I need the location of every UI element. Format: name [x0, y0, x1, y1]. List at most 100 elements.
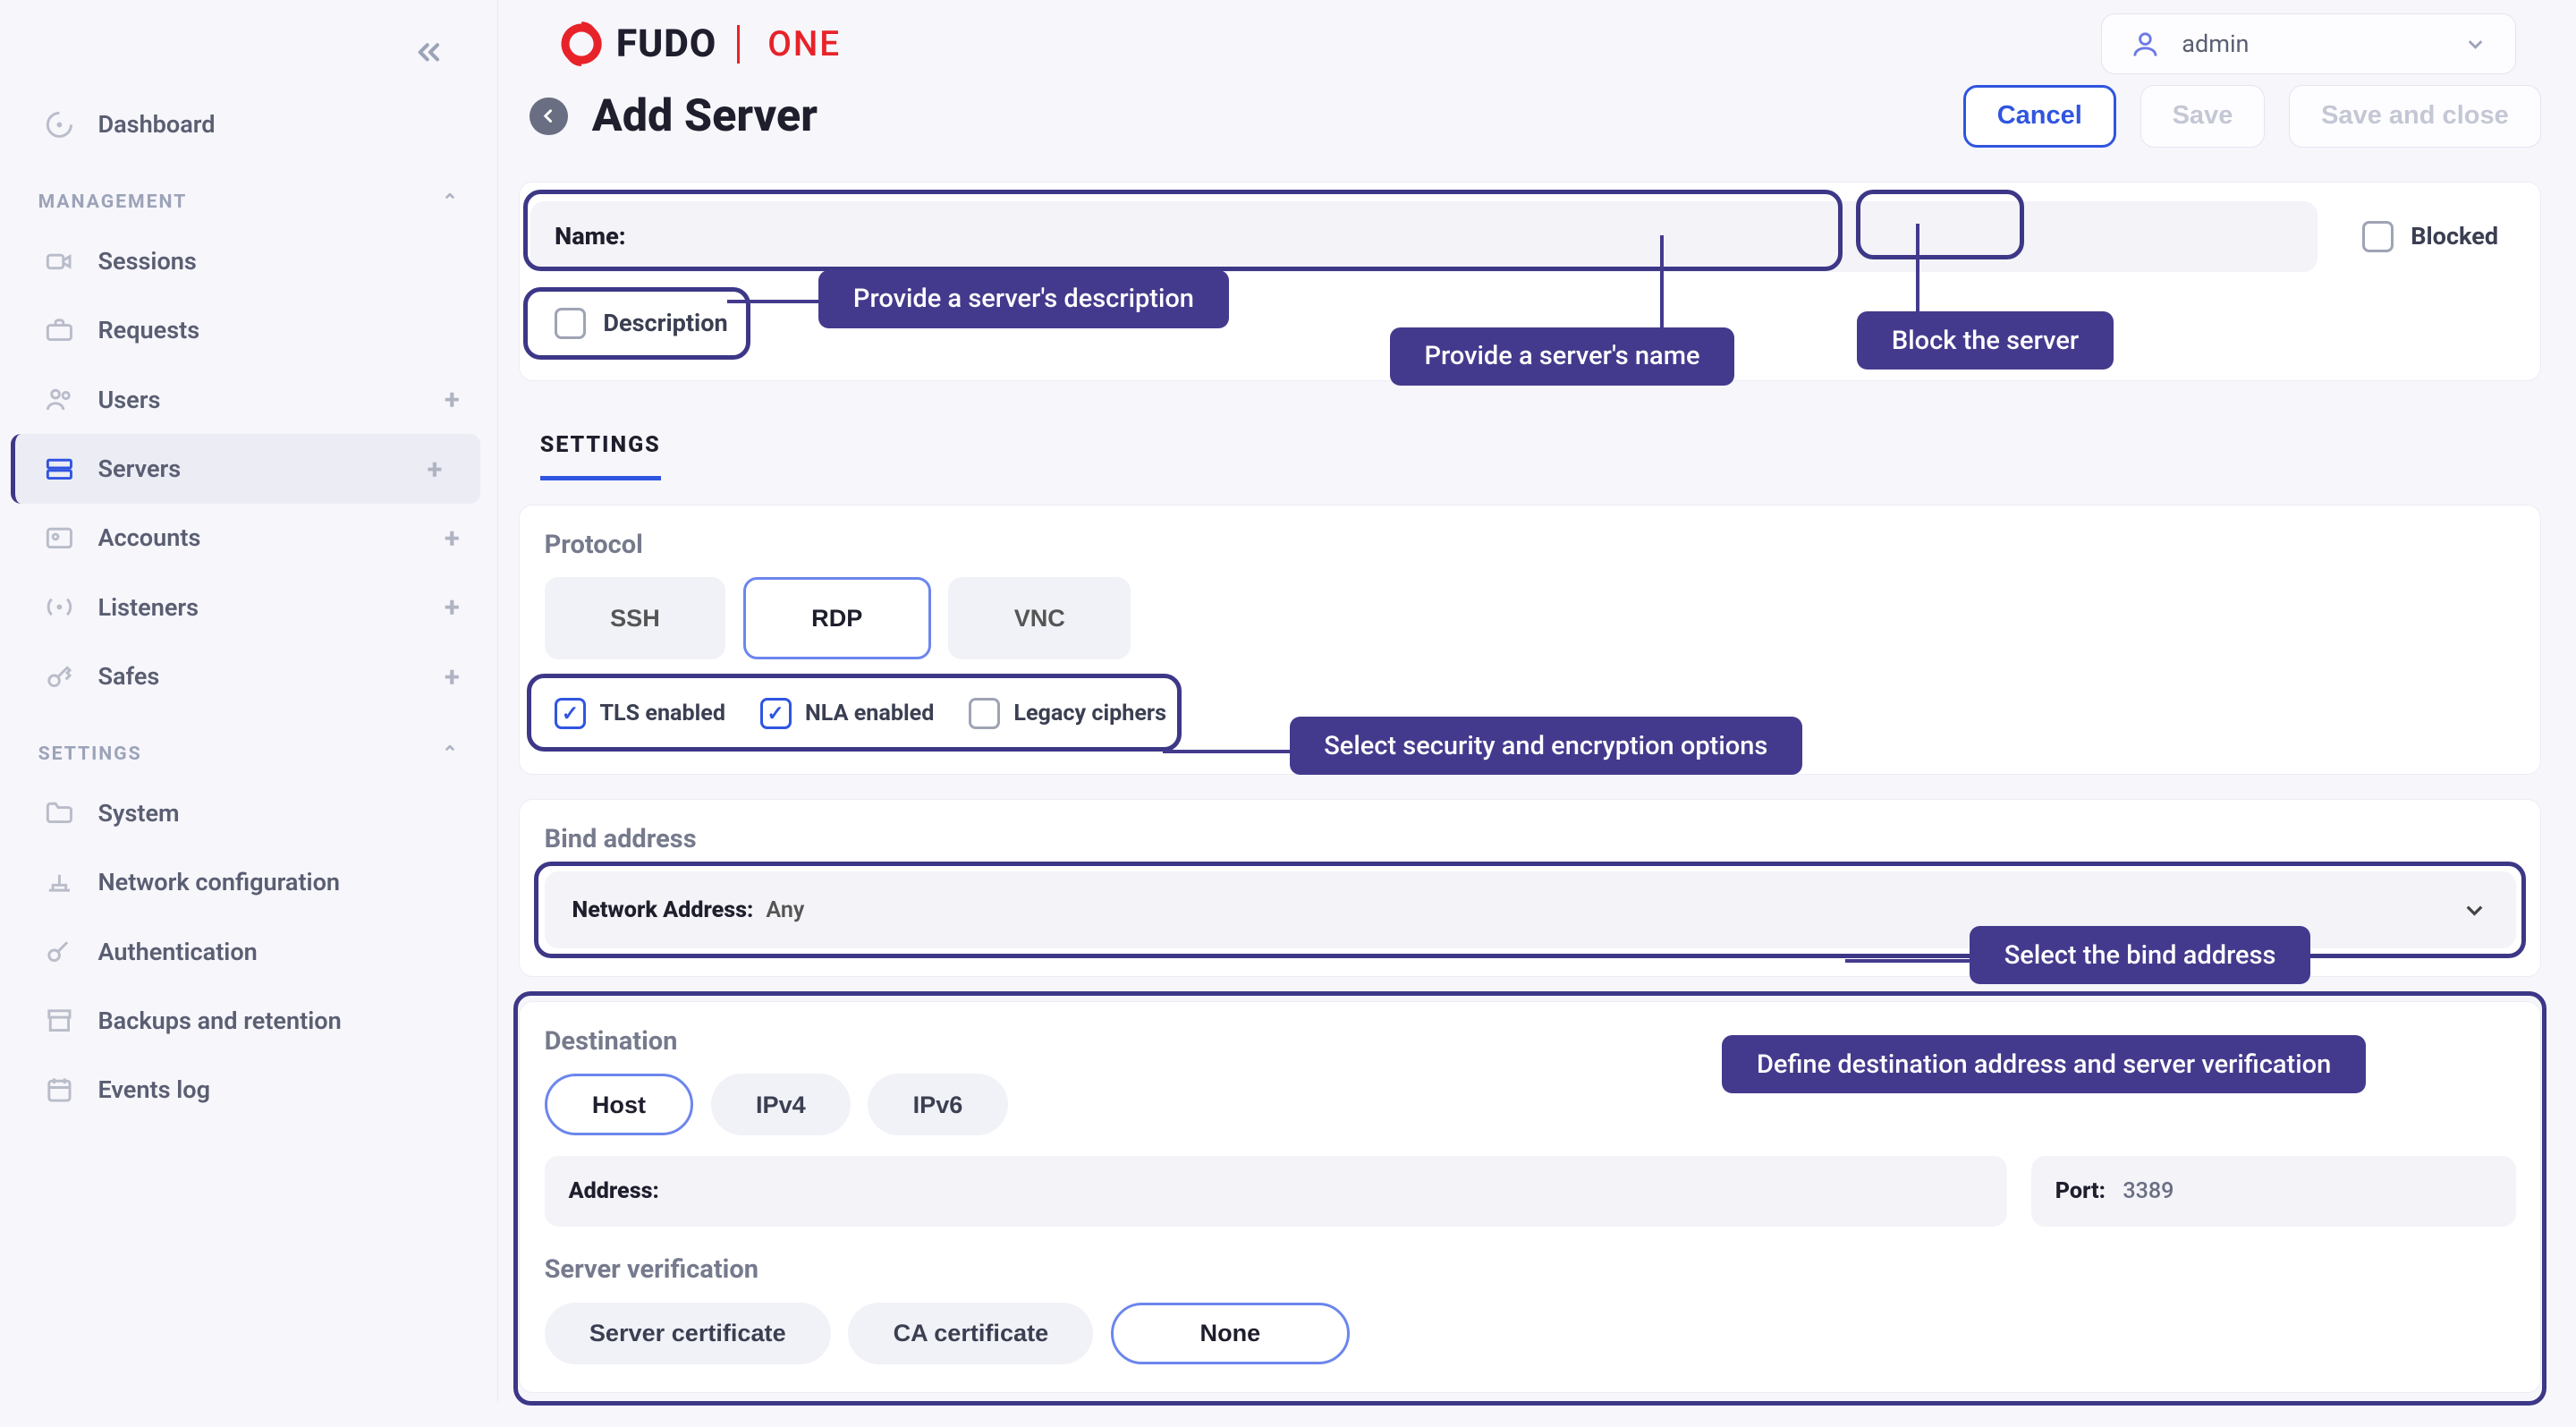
- chevron-down-icon: [2463, 32, 2487, 56]
- broadcast-icon: [43, 590, 78, 624]
- protocol-rdp[interactable]: RDP: [743, 577, 931, 659]
- checkbox-icon: [969, 698, 1000, 729]
- key-icon: [43, 659, 78, 694]
- blocked-checkbox[interactable]: Blocked: [2338, 200, 2529, 273]
- name-input[interactable]: Name:: [530, 201, 2318, 271]
- sidebar-item-label: Requests: [97, 316, 199, 344]
- verif-ca-cert[interactable]: CA certificate: [848, 1303, 1093, 1364]
- save-button[interactable]: Save: [2140, 85, 2265, 148]
- sidebar-item-accounts[interactable]: Accounts +: [0, 504, 497, 573]
- legacy-checkbox[interactable]: Legacy ciphers: [969, 698, 1166, 729]
- sidebar-item-label: Network configuration: [97, 868, 340, 896]
- sidebar-item-label: Dashboard: [97, 110, 215, 139]
- briefcase-icon: [43, 313, 78, 348]
- sidebar-item-label: Servers: [97, 454, 181, 483]
- section-label: Protocol: [530, 530, 2529, 577]
- folder-icon: [43, 796, 78, 831]
- description-toggle[interactable]: Description: [530, 290, 752, 356]
- sidebar-item-users[interactable]: Users +: [0, 365, 497, 434]
- archive-icon: [43, 1004, 78, 1039]
- sidebar-item-authentication[interactable]: Authentication: [0, 917, 497, 986]
- callout-bind: Select the bind address: [1970, 926, 2310, 984]
- calendar-icon: [43, 1073, 78, 1108]
- page-title: Add Server: [592, 89, 818, 142]
- brand-logo: FUDO ONE: [557, 20, 841, 68]
- user-icon: [2130, 29, 2161, 60]
- protocol-ssh[interactable]: SSH: [545, 577, 726, 659]
- sidebar-item-backups[interactable]: Backups and retention: [0, 986, 497, 1055]
- sidebar-item-label: Backups and retention: [97, 1007, 341, 1035]
- dest-ipv4[interactable]: IPv4: [711, 1074, 851, 1135]
- sidebar-item-label: Accounts: [97, 523, 200, 552]
- arrow-left-icon: [538, 106, 559, 126]
- checkbox-icon: [555, 698, 586, 729]
- chevron-up-icon: ⌃: [442, 743, 460, 765]
- header-actions: Cancel Save Save and close: [1963, 85, 2541, 148]
- sidebar-collapse-button[interactable]: [0, 17, 497, 89]
- plus-icon[interactable]: +: [445, 590, 460, 624]
- sidebar-item-system[interactable]: System: [0, 778, 497, 847]
- sidebar-item-label: Listeners: [97, 593, 199, 622]
- section-label: Bind address: [530, 824, 2529, 871]
- verif-none[interactable]: None: [1111, 1303, 1350, 1364]
- main: FUDO ONE admin Add Server Cancel Save: [498, 0, 2575, 1402]
- sidebar-item-safes[interactable]: Safes +: [0, 642, 497, 711]
- sidebar-item-listeners[interactable]: Listeners +: [0, 573, 497, 641]
- sidebar-item-events[interactable]: Events log: [0, 1056, 497, 1125]
- sidebar-item-requests[interactable]: Requests: [0, 296, 497, 365]
- camera-icon: [43, 244, 78, 279]
- user-name: admin: [2182, 30, 2249, 58]
- cancel-button[interactable]: Cancel: [1963, 85, 2116, 148]
- sidebar-item-label: Authentication: [97, 938, 257, 966]
- tab-settings[interactable]: SETTINGS: [540, 432, 661, 480]
- checkbox-icon: [2362, 221, 2394, 252]
- dest-host[interactable]: Host: [545, 1074, 694, 1135]
- sidebar-item-dashboard[interactable]: Dashboard: [0, 90, 497, 159]
- sidebar-section-management[interactable]: MANAGEMENT ⌃: [0, 159, 497, 226]
- callout-block: Block the server: [1857, 311, 2114, 369]
- id-card-icon: [43, 521, 78, 556]
- callout-name: Provide a server's name: [1390, 327, 1734, 386]
- content: Add Server Cancel Save Save and close Na…: [498, 74, 2575, 1427]
- sidebar-section-settings[interactable]: SETTINGS ⌃: [0, 711, 497, 778]
- server-icon: [43, 452, 78, 487]
- callout-destination: Define destination address and server ve…: [1722, 1035, 2366, 1093]
- user-menu[interactable]: admin: [2101, 13, 2516, 74]
- protocol-vnc[interactable]: VNC: [948, 577, 1131, 659]
- sidebar-item-sessions[interactable]: Sessions: [0, 226, 497, 295]
- chevron-down-icon: [2461, 896, 2488, 924]
- tabs-row: SETTINGS: [519, 395, 2540, 480]
- plus-icon[interactable]: +: [427, 453, 442, 486]
- sidebar: Dashboard MANAGEMENT ⌃ Sessions Requests…: [0, 0, 498, 1402]
- topbar: FUDO ONE admin: [498, 0, 2575, 74]
- gauge-icon: [43, 107, 78, 142]
- verif-server-cert[interactable]: Server certificate: [545, 1303, 831, 1364]
- sidebar-item-servers[interactable]: Servers +: [11, 434, 480, 503]
- sidebar-item-label: Users: [97, 386, 160, 414]
- users-icon: [43, 382, 78, 417]
- page-header: Add Server Cancel Save Save and close: [519, 81, 2540, 157]
- chevrons-left-icon: [411, 35, 446, 70]
- network-icon: [43, 865, 78, 900]
- app-root: Dashboard MANAGEMENT ⌃ Sessions Requests…: [0, 0, 2575, 1402]
- plus-icon[interactable]: +: [445, 660, 460, 693]
- tls-checkbox[interactable]: TLS enabled: [555, 698, 725, 729]
- save-close-button[interactable]: Save and close: [2289, 85, 2540, 148]
- chevron-up-icon: ⌃: [442, 191, 460, 213]
- port-input[interactable]: Port:3389: [2031, 1156, 2516, 1227]
- logo-icon: [557, 20, 606, 68]
- sidebar-item-network[interactable]: Network configuration: [0, 848, 497, 917]
- plus-icon[interactable]: +: [445, 522, 460, 555]
- sidebar-item-label: System: [97, 799, 179, 828]
- key-icon: [43, 934, 78, 969]
- back-button[interactable]: [530, 98, 568, 136]
- address-input[interactable]: Address:: [545, 1156, 2007, 1227]
- sidebar-item-label: Safes: [97, 662, 159, 691]
- sidebar-item-label: Sessions: [97, 247, 196, 276]
- checkbox-icon: [760, 698, 792, 729]
- nla-checkbox[interactable]: NLA enabled: [760, 698, 935, 729]
- dest-ipv6[interactable]: IPv6: [868, 1074, 1007, 1135]
- plus-icon[interactable]: +: [445, 383, 460, 416]
- section-label: Server verification: [530, 1227, 2529, 1302]
- sidebar-item-label: Events log: [97, 1075, 210, 1104]
